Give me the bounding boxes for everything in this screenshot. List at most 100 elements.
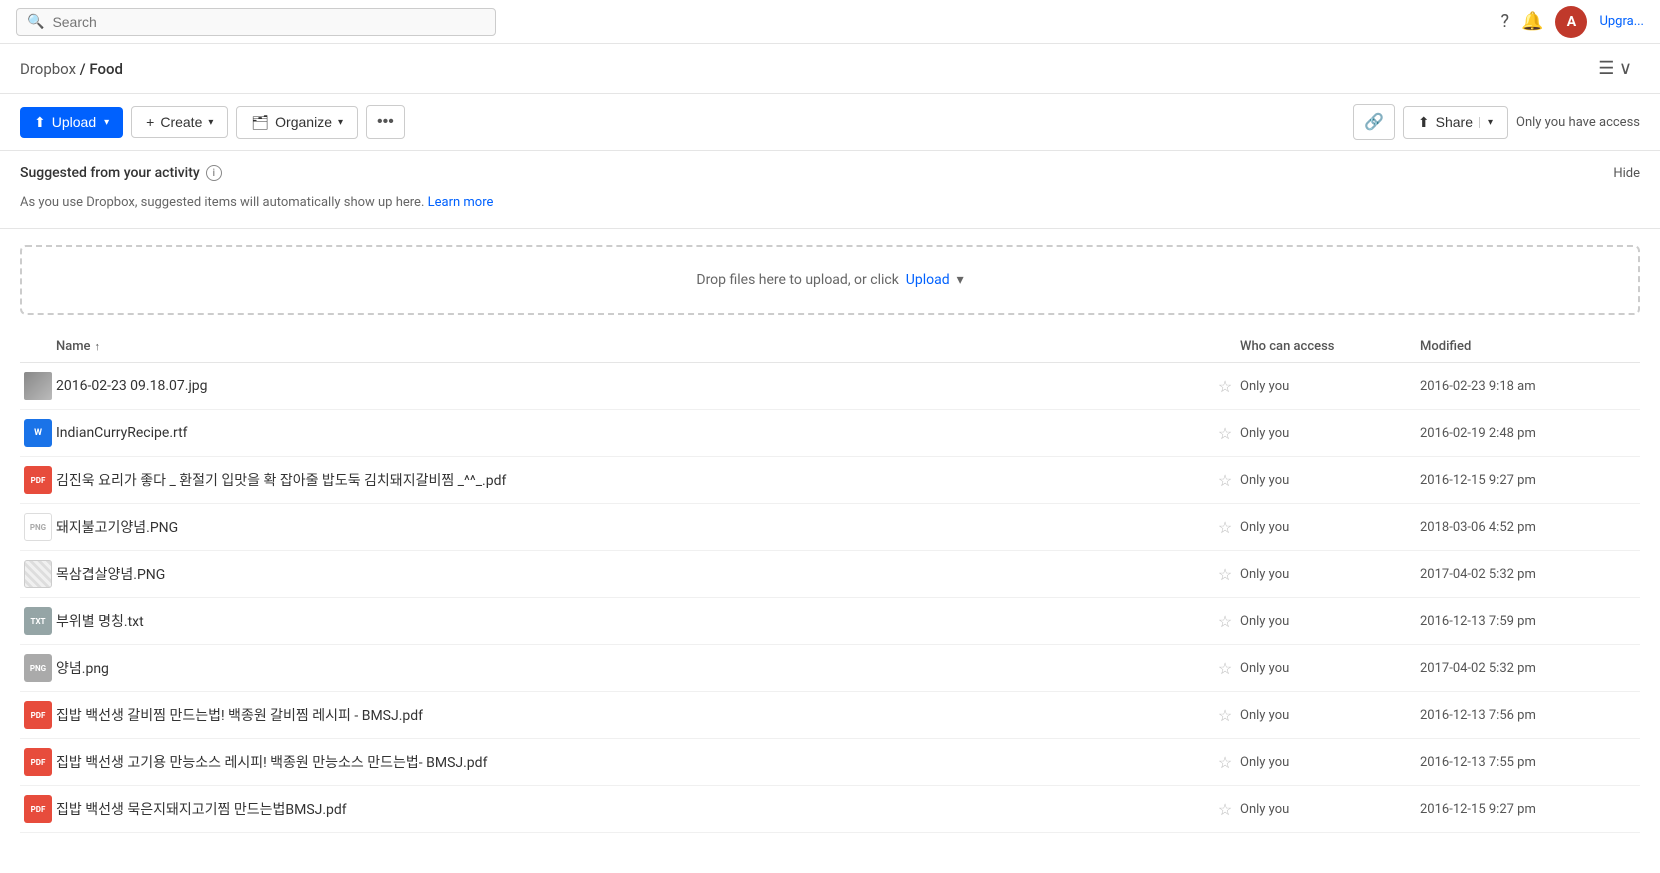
toolbar-left: ⬆ Upload ▾ + Create ▾ 🗂 Organize ▾ ••• bbox=[20, 105, 405, 139]
share-chevron-icon[interactable]: ▾ bbox=[1479, 117, 1493, 128]
file-name: IndianCurryRecipe.rtf bbox=[56, 425, 1210, 441]
file-access: Only you bbox=[1240, 708, 1420, 723]
table-row[interactable]: 목삼겹살양념.PNG ☆ Only you 2017-04-02 5:32 pm bbox=[20, 551, 1640, 598]
file-icon-wrap: PNG bbox=[20, 513, 56, 541]
search-input[interactable] bbox=[52, 14, 485, 30]
drop-zone[interactable]: Drop files here to upload, or click Uplo… bbox=[20, 245, 1640, 315]
star-button[interactable]: ☆ bbox=[1210, 518, 1240, 537]
file-thumbnail-icon bbox=[24, 372, 52, 400]
top-bar-right: ? 🔔 A Upgra... bbox=[1501, 6, 1644, 38]
table-row[interactable]: PNG 양념.png ☆ Only you 2017-04-02 5:32 pm bbox=[20, 645, 1640, 692]
create-plus-icon: + bbox=[146, 114, 154, 130]
star-button[interactable]: ☆ bbox=[1210, 753, 1240, 772]
drop-zone-label: Drop files here to upload, or click bbox=[696, 272, 898, 288]
search-icon: 🔍 bbox=[27, 14, 44, 30]
table-row[interactable]: PDF 김진욱 요리가 좋다 _ 환절기 입맛을 확 잡아줄 밥도둑 김치돼지갈… bbox=[20, 457, 1640, 504]
avatar[interactable]: A bbox=[1555, 6, 1587, 38]
share-icon: ⬆ bbox=[1418, 114, 1430, 131]
file-rows-container: 2016-02-23 09.18.07.jpg ☆ Only you 2016-… bbox=[20, 363, 1640, 833]
file-access: Only you bbox=[1240, 802, 1420, 817]
file-access: Only you bbox=[1240, 520, 1420, 535]
more-button[interactable]: ••• bbox=[366, 105, 405, 139]
organize-chevron-icon: ▾ bbox=[338, 117, 343, 128]
file-list-header: Name ↑ Who can access Modified bbox=[20, 331, 1640, 363]
create-label: Create bbox=[160, 114, 202, 130]
file-access: Only you bbox=[1240, 473, 1420, 488]
view-toggle-icon[interactable]: ☰ ∨ bbox=[1590, 54, 1640, 83]
upgrade-link[interactable]: Upgra... bbox=[1599, 14, 1644, 29]
upload-button[interactable]: ⬆ Upload ▾ bbox=[20, 107, 123, 138]
table-row[interactable]: 2016-02-23 09.18.07.jpg ☆ Only you 2016-… bbox=[20, 363, 1640, 410]
column-name-header[interactable]: Name ↑ bbox=[56, 339, 1210, 354]
file-name: 2016-02-23 09.18.07.jpg bbox=[56, 378, 1210, 394]
pdf-file-icon: PDF bbox=[24, 701, 52, 729]
file-access: Only you bbox=[1240, 755, 1420, 770]
file-modified: 2016-12-13 7:55 pm bbox=[1420, 755, 1640, 770]
file-icon-wrap: PDF bbox=[20, 701, 56, 729]
search-container[interactable]: 🔍 bbox=[16, 8, 496, 36]
file-modified: 2016-12-15 9:27 pm bbox=[1420, 473, 1640, 488]
file-name: 집밥 백선생 묵은지돼지고기찜 만드는법BMSJ.pdf bbox=[56, 799, 1210, 819]
organize-label: Organize bbox=[275, 114, 332, 130]
drop-zone-upload-link[interactable]: Upload bbox=[906, 272, 950, 288]
pdf-file-icon: PDF bbox=[24, 795, 52, 823]
star-button[interactable]: ☆ bbox=[1210, 800, 1240, 819]
organize-button[interactable]: 🗂 Organize ▾ bbox=[236, 106, 358, 139]
help-icon[interactable]: ? bbox=[1501, 11, 1510, 32]
file-name: 양념.png bbox=[56, 658, 1210, 678]
file-name: 김진욱 요리가 좋다 _ 환절기 입맛을 확 잡아줄 밥도둑 김치돼지갈비찜 _… bbox=[56, 470, 1210, 490]
png-small-file-icon: PNG bbox=[24, 654, 52, 682]
upload-chevron-icon: ▾ bbox=[104, 117, 109, 128]
column-access-header: Who can access bbox=[1240, 339, 1420, 354]
table-row[interactable]: W IndianCurryRecipe.rtf ☆ Only you 2016-… bbox=[20, 410, 1640, 457]
file-access: Only you bbox=[1240, 426, 1420, 441]
file-list: Name ↑ Who can access Modified 2016-02-2… bbox=[0, 331, 1660, 833]
table-row[interactable]: PDF 집밥 백선생 갈비찜 만드는법! 백종원 갈비찜 레시피 - BMSJ.… bbox=[20, 692, 1640, 739]
pdf-file-icon: PDF bbox=[24, 748, 52, 776]
table-row[interactable]: PDF 집밥 백선생 묵은지돼지고기찜 만드는법BMSJ.pdf ☆ Only … bbox=[20, 786, 1640, 833]
file-icon-wrap: PDF bbox=[20, 466, 56, 494]
star-button[interactable]: ☆ bbox=[1210, 706, 1240, 725]
pdf-file-icon: PDF bbox=[24, 466, 52, 494]
suggested-section: Suggested from your activity i Hide As y… bbox=[0, 151, 1660, 229]
file-name: 부위별 명칭.txt bbox=[56, 611, 1210, 631]
sort-asc-icon: ↑ bbox=[95, 340, 101, 353]
rtf-file-icon: W bbox=[24, 419, 52, 447]
header-right-icons: ☰ ∨ bbox=[1590, 54, 1640, 83]
col-name-label: Name bbox=[56, 339, 91, 354]
star-button[interactable]: ☆ bbox=[1210, 612, 1240, 631]
suggested-title: Suggested from your activity i bbox=[20, 165, 222, 181]
star-button[interactable]: ☆ bbox=[1210, 565, 1240, 584]
drop-zone-text: Drop files here to upload, or click Uplo… bbox=[696, 272, 963, 288]
png-striped-file-icon bbox=[24, 560, 52, 588]
bell-icon[interactable]: 🔔 bbox=[1521, 11, 1543, 32]
table-row[interactable]: PNG 돼지불고기양념.PNG ☆ Only you 2018-03-06 4:… bbox=[20, 504, 1640, 551]
column-modified-header: Modified bbox=[1420, 339, 1640, 354]
suggested-body: As you use Dropbox, suggested items will… bbox=[20, 189, 1640, 222]
file-modified: 2016-02-19 2:48 pm bbox=[1420, 426, 1640, 441]
table-row[interactable]: TXT 부위별 명칭.txt ☆ Only you 2016-12-13 7:5… bbox=[20, 598, 1640, 645]
star-button[interactable]: ☆ bbox=[1210, 424, 1240, 443]
txt-file-icon: TXT bbox=[24, 607, 52, 635]
file-access: Only you bbox=[1240, 567, 1420, 582]
table-row[interactable]: PDF 집밥 백선생 고기용 만능소스 레시피! 백종원 만능소스 만드는법- … bbox=[20, 739, 1640, 786]
upload-icon: ⬆ bbox=[34, 114, 46, 131]
main-header: Dropbox / Food ☰ ∨ bbox=[0, 44, 1660, 94]
file-name: 집밥 백선생 갈비찜 만드는법! 백종원 갈비찜 레시피 - BMSJ.pdf bbox=[56, 705, 1210, 725]
info-icon[interactable]: i bbox=[206, 165, 222, 181]
star-button[interactable]: ☆ bbox=[1210, 377, 1240, 396]
star-button[interactable]: ☆ bbox=[1210, 659, 1240, 678]
star-button[interactable]: ☆ bbox=[1210, 471, 1240, 490]
breadcrumb-root[interactable]: Dropbox bbox=[20, 60, 76, 78]
create-button[interactable]: + Create ▾ bbox=[131, 106, 228, 138]
file-name: 돼지불고기양념.PNG bbox=[56, 517, 1210, 537]
drop-zone-chevron: ▾ bbox=[957, 272, 964, 288]
share-label: Share bbox=[1436, 114, 1473, 130]
share-button[interactable]: ⬆ Share ▾ bbox=[1403, 106, 1508, 139]
breadcrumb-current: Food bbox=[89, 60, 123, 78]
access-text: Only you have access bbox=[1516, 115, 1640, 130]
link-button[interactable]: 🔗 bbox=[1353, 104, 1395, 140]
file-icon-wrap: W bbox=[20, 419, 56, 447]
learn-more-link[interactable]: Learn more bbox=[428, 195, 494, 210]
hide-button[interactable]: Hide bbox=[1613, 166, 1640, 181]
